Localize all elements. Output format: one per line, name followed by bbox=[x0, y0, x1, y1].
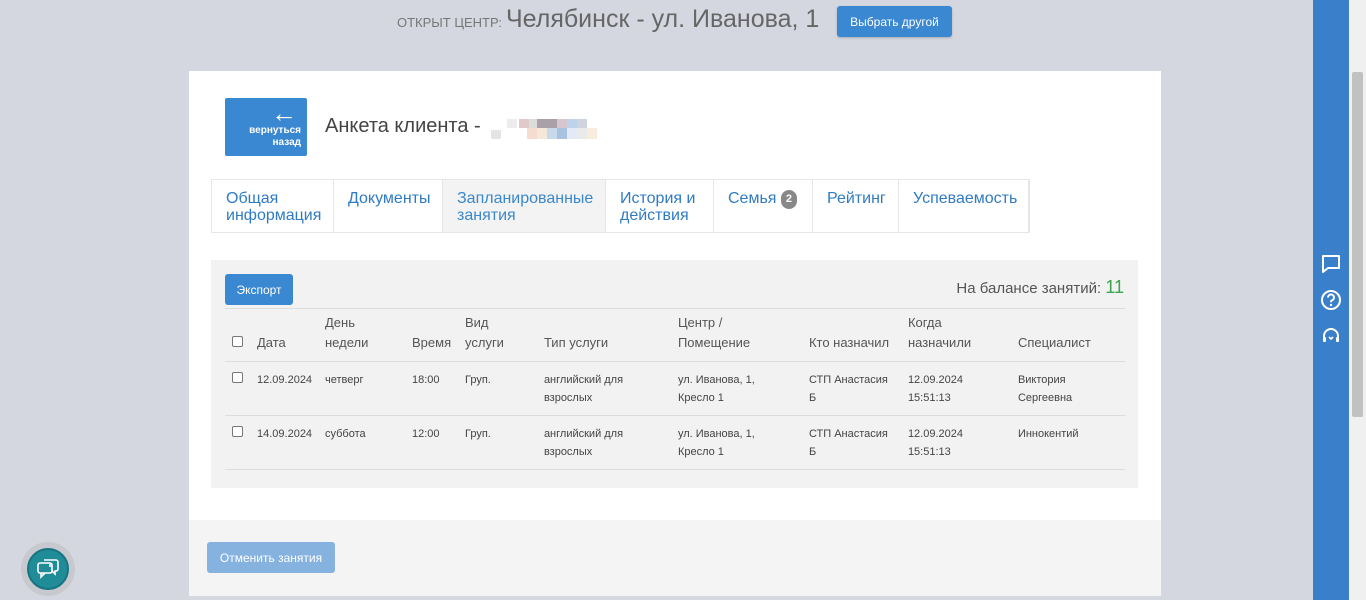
tab-rating[interactable]: Рейтинг bbox=[813, 180, 899, 232]
col-assigned-by: Кто назначил bbox=[804, 308, 904, 362]
row-select-cell bbox=[225, 415, 253, 470]
row-checkbox[interactable] bbox=[232, 426, 243, 437]
tab-label: Успеваемость bbox=[913, 190, 1018, 207]
tab-scheduled-lessons[interactable]: Запланированные занятия bbox=[443, 180, 606, 232]
scrollbar-thumb[interactable] bbox=[1352, 72, 1363, 417]
cancel-lessons-button[interactable]: Отменить занятия bbox=[207, 542, 335, 573]
tab-label: Общая информация bbox=[226, 190, 322, 224]
tab-label: Документы bbox=[348, 190, 431, 207]
cell-time: 18:00 bbox=[408, 361, 461, 416]
headset-icon[interactable] bbox=[1320, 325, 1342, 347]
arrow-left-icon: ← bbox=[271, 98, 297, 128]
cell-service-kind: Груп. bbox=[461, 415, 540, 470]
select-all-checkbox[interactable] bbox=[232, 336, 243, 347]
client-tabs: Общая информация Документы Запланированн… bbox=[211, 179, 1030, 233]
chat-icon[interactable] bbox=[1320, 253, 1342, 275]
cell-service-kind: Груп. bbox=[461, 361, 540, 416]
cell-date: 12.09.2024 bbox=[253, 361, 321, 416]
choose-other-center-button[interactable]: Выбрать другой bbox=[837, 6, 952, 37]
row-checkbox[interactable] bbox=[232, 372, 243, 383]
col-assigned-at: Когда назначили bbox=[903, 308, 1014, 362]
cell-assigned-by: СТП Анастасия Б bbox=[804, 415, 904, 470]
cell-weekday: суббота bbox=[321, 415, 408, 470]
col-service-kind: Вид услуги bbox=[461, 308, 540, 362]
export-button[interactable]: Экспорт bbox=[225, 274, 293, 305]
table-header-row: Дата День недели Время Вид услуги Тип ус… bbox=[225, 308, 1125, 362]
tab-general-info[interactable]: Общая информация bbox=[212, 180, 334, 232]
page-title: Анкета клиента - bbox=[325, 115, 481, 137]
cell-service-type: английский для взрослых bbox=[539, 361, 674, 416]
tab-history[interactable]: История и действия bbox=[606, 180, 714, 232]
back-button[interactable]: ← вернуться назад bbox=[225, 98, 307, 156]
col-date: Дата bbox=[253, 308, 321, 362]
cell-assigned-at: 12.09.2024 15:51:13 bbox=[903, 361, 1014, 416]
cell-assigned-by: СТП Анастасия Б bbox=[804, 361, 904, 416]
open-center-name: Челябинск - ул. Иванова, 1 bbox=[506, 5, 820, 33]
lesson-balance: На балансе занятий: 11 bbox=[956, 277, 1124, 298]
cell-specialist: Виктория Сергеевна bbox=[1013, 361, 1125, 416]
tab-family[interactable]: Семья 2 bbox=[714, 180, 813, 232]
cell-specialist: Иннокентий bbox=[1013, 415, 1125, 470]
cell-center-room: ул. Иванова, 1, Кресло 1 bbox=[673, 415, 805, 470]
tab-progress[interactable]: Успеваемость bbox=[899, 180, 1029, 232]
col-time: Время bbox=[408, 308, 461, 362]
page-scrollbar[interactable] bbox=[1349, 0, 1366, 600]
col-service-type: Тип услуги bbox=[539, 308, 674, 362]
balance-label: На балансе занятий: bbox=[956, 280, 1102, 297]
client-card: ← вернуться назад Анкета клиента - Общая… bbox=[189, 71, 1161, 520]
open-center-label: ОТКРЫТ ЦЕНТР: bbox=[397, 15, 502, 30]
family-count-badge: 2 bbox=[780, 190, 798, 209]
lessons-table: Дата День недели Время Вид услуги Тип ус… bbox=[225, 308, 1125, 470]
tab-label: Семья bbox=[728, 190, 777, 207]
top-bar: ОТКРЫТ ЦЕНТР: Челябинск - ул. Иванова, 1… bbox=[0, 0, 1313, 42]
cell-service-type: английский для взрослых bbox=[539, 415, 674, 470]
card-footer: Отменить занятия bbox=[189, 520, 1161, 596]
tab-label: История и действия bbox=[620, 190, 696, 224]
tab-documents[interactable]: Документы bbox=[334, 180, 443, 232]
row-select-cell bbox=[225, 361, 253, 416]
table-row[interactable]: 14.09.2024 суббота 12:00 Груп. английски… bbox=[225, 415, 1125, 470]
right-toolbar bbox=[1313, 0, 1349, 600]
col-center-room: Центр / Помещение bbox=[673, 308, 805, 362]
support-chat-icon bbox=[27, 548, 69, 590]
floating-chat-button[interactable] bbox=[21, 542, 75, 596]
cell-center-room: ул. Иванова, 1, Кресло 1 bbox=[673, 361, 805, 416]
col-weekday: День недели bbox=[321, 308, 408, 362]
cell-weekday: четверг bbox=[321, 361, 408, 416]
cell-date: 14.09.2024 bbox=[253, 415, 321, 470]
scheduled-lessons-panel: Экспорт На балансе занятий: 11 Дата День… bbox=[211, 260, 1138, 488]
select-all-cell bbox=[225, 308, 253, 362]
balance-value: 11 bbox=[1105, 277, 1124, 297]
tab-label: Рейтинг bbox=[827, 190, 886, 207]
redacted-client-name bbox=[491, 119, 611, 139]
col-specialist: Специалист bbox=[1013, 308, 1125, 362]
cell-assigned-at: 12.09.2024 15:51:13 bbox=[903, 415, 1014, 470]
table-row[interactable]: 12.09.2024 четверг 18:00 Груп. английски… bbox=[225, 361, 1125, 416]
back-button-label: вернуться назад bbox=[249, 125, 301, 148]
cell-time: 12:00 bbox=[408, 415, 461, 470]
tab-label: Запланированные занятия bbox=[457, 190, 594, 224]
help-icon[interactable] bbox=[1320, 289, 1342, 311]
